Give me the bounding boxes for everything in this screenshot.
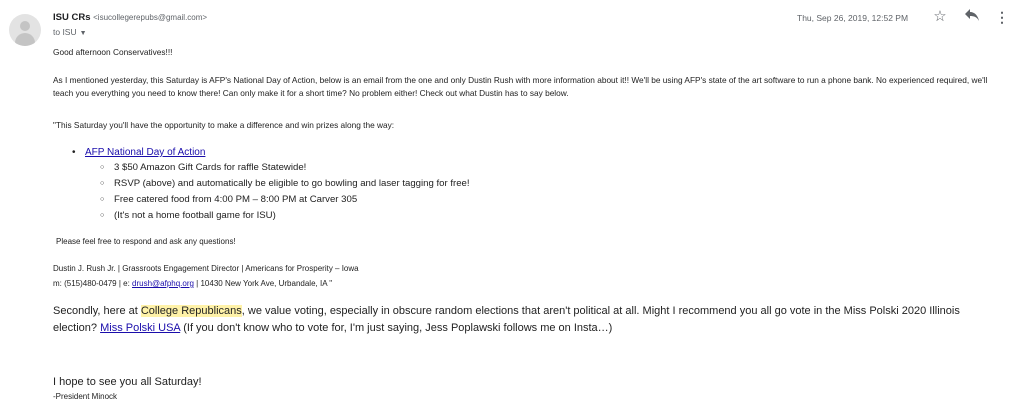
sub-bullet-text: RSVP (above) and automatically be eligib… [114, 178, 470, 189]
signature-contact: m: (515)480-0479 | e: drush@afphq.org | … [53, 277, 332, 290]
sender-avatar[interactable] [9, 14, 41, 46]
to-label: to ISU [53, 27, 77, 37]
greeting: Good afternoon Conservatives!!! [53, 47, 173, 57]
chevron-down-icon[interactable]: ▼ [80, 30, 87, 37]
more-vert-icon[interactable]: ⋮ [993, 8, 1011, 26]
sender-line: ISU CRs <isucollegerepubs@gmail.com> [53, 12, 207, 23]
circle-bullet: ○ [100, 180, 105, 187]
sub-bullet-text: (It's not a home football game for ISU) [114, 210, 276, 221]
second-paragraph: Secondly, here at College Republicans, w… [53, 303, 1003, 337]
sub-bullet-text: 3 $50 Amazon Gift Cards for raffle State… [114, 162, 307, 173]
circle-bullet: ○ [100, 196, 105, 203]
quote-intro: "This Saturday you'll have the opportuni… [53, 120, 395, 130]
sender-name[interactable]: ISU CRs [53, 12, 90, 23]
sender-email: <isucollegerepubs@gmail.com> [93, 13, 208, 22]
star-icon[interactable]: ☆ [931, 8, 949, 26]
circle-bullet: ○ [100, 164, 105, 171]
circle-bullet: ○ [100, 212, 105, 219]
avatar-body [15, 33, 35, 46]
afp-day-of-action-link[interactable]: AFP National Day of Action [85, 146, 205, 160]
closing-line: I hope to see you all Saturday! [53, 376, 202, 388]
highlighted-text: College Republicans [140, 305, 242, 317]
sub-bullet-text: Free catered food from 4:00 PM – 8:00 PM… [114, 194, 358, 205]
avatar-head [20, 21, 30, 31]
reply-icon[interactable] [963, 8, 981, 26]
signature-name: -President Minock [53, 392, 118, 401]
signature-address: | 10430 New York Ave, Urbandale, IA " [193, 279, 333, 288]
miss-polski-link[interactable]: Miss Polski USA [100, 322, 180, 334]
signature-title: Dustin J. Rush Jr. | Grassroots Engageme… [53, 264, 359, 273]
second-para-part3: (If you don't know who to vote for, I'm … [180, 322, 613, 334]
signature-phone: m: (515)480-0479 | e: [53, 279, 133, 288]
second-para-part1: Secondly, here at [53, 305, 141, 317]
respond-note: Please feel free to respond and ask any … [56, 237, 236, 246]
intro-paragraph: As I mentioned yesterday, this Saturday … [53, 75, 988, 98]
bullet-dot: • [72, 147, 76, 158]
recipients-toggle[interactable]: to ISU ▼ [53, 27, 87, 37]
message-date: Thu, Sep 26, 2019, 12:52 PM [797, 13, 909, 23]
signature-email-link[interactable]: drush@afphq.org [132, 279, 194, 288]
